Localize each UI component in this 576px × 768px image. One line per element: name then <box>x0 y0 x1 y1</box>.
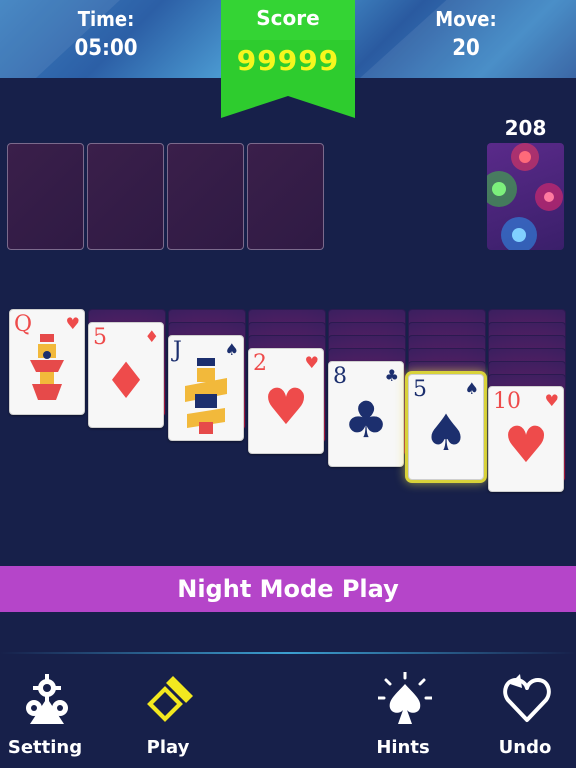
hints-button[interactable]: Hints <box>358 672 448 764</box>
heart-icon: ♥ <box>544 391 559 410</box>
move-stat: Move: 20 <box>420 6 512 66</box>
heart-icon: ♥ <box>304 353 319 372</box>
card-queen-of-hearts[interactable]: Q ♥ <box>9 309 85 415</box>
gears-icon <box>26 674 68 724</box>
undo-heart-icon <box>503 674 551 722</box>
play-label: Play <box>146 737 190 758</box>
time-label: Time: <box>77 7 135 31</box>
card-rank: 8 <box>333 364 347 389</box>
hints-label: Hints <box>376 737 430 758</box>
jack-face-art <box>185 358 227 434</box>
card-two-of-hearts[interactable]: 2 ♥ ♥ <box>248 348 324 454</box>
stock-pile[interactable] <box>487 143 564 250</box>
banner-text: Night Mode Play <box>177 575 399 603</box>
card-eight-of-clubs[interactable]: 8 ♣ ♣ <box>328 361 404 467</box>
move-label: Move: <box>435 7 497 31</box>
stock-count: 208 <box>504 116 547 140</box>
time-value: 05:00 <box>74 36 138 61</box>
foundation-slot[interactable] <box>247 143 324 250</box>
card-rank: 10 <box>493 389 521 414</box>
club-icon: ♣ <box>384 366 399 385</box>
diamond-icon: ♦ <box>144 327 159 346</box>
club-icon: ♣ <box>343 391 389 449</box>
card-five-of-spades-selected[interactable]: 5 ♠ ♠ <box>408 374 484 480</box>
diamond-icon: ♦ <box>103 352 149 410</box>
card-jack-of-spades[interactable]: J ♠ <box>168 335 244 441</box>
queen-face-art <box>30 334 64 400</box>
heart-icon: ♥ <box>503 416 549 474</box>
card-five-of-diamonds[interactable]: 5 ♦ ♦ <box>88 322 164 428</box>
card-rank: 2 <box>253 351 267 376</box>
foundation-slot[interactable] <box>7 143 84 250</box>
card-rank: 5 <box>413 377 427 402</box>
setting-button[interactable]: Setting <box>0 672 90 764</box>
score-ribbon: Score 99999 <box>221 0 355 118</box>
move-value: 20 <box>452 36 480 61</box>
undo-label: Undo <box>498 737 552 758</box>
play-button[interactable]: Play <box>123 672 213 764</box>
setting-label: Setting <box>7 737 83 758</box>
heart-icon: ♥ <box>263 378 309 436</box>
undo-button[interactable]: Undo <box>480 672 570 764</box>
score-value: 99999 <box>236 44 340 77</box>
foundation-slot[interactable] <box>87 143 164 250</box>
foundation-slot[interactable] <box>167 143 244 250</box>
spade-icon: ♠ <box>464 379 479 398</box>
nav-divider <box>0 652 576 654</box>
play-cards-icon <box>143 676 193 727</box>
card-ten-of-hearts[interactable]: 10 ♥ ♥ <box>488 386 564 492</box>
time-stat: Time: 05:00 <box>60 6 152 66</box>
score-label: Score <box>256 6 320 30</box>
spade-icon: ♠ <box>423 404 469 462</box>
night-mode-banner[interactable]: Night Mode Play <box>0 566 576 612</box>
spade-lightbulb-icon <box>378 672 432 724</box>
card-rank: 5 <box>93 325 107 350</box>
